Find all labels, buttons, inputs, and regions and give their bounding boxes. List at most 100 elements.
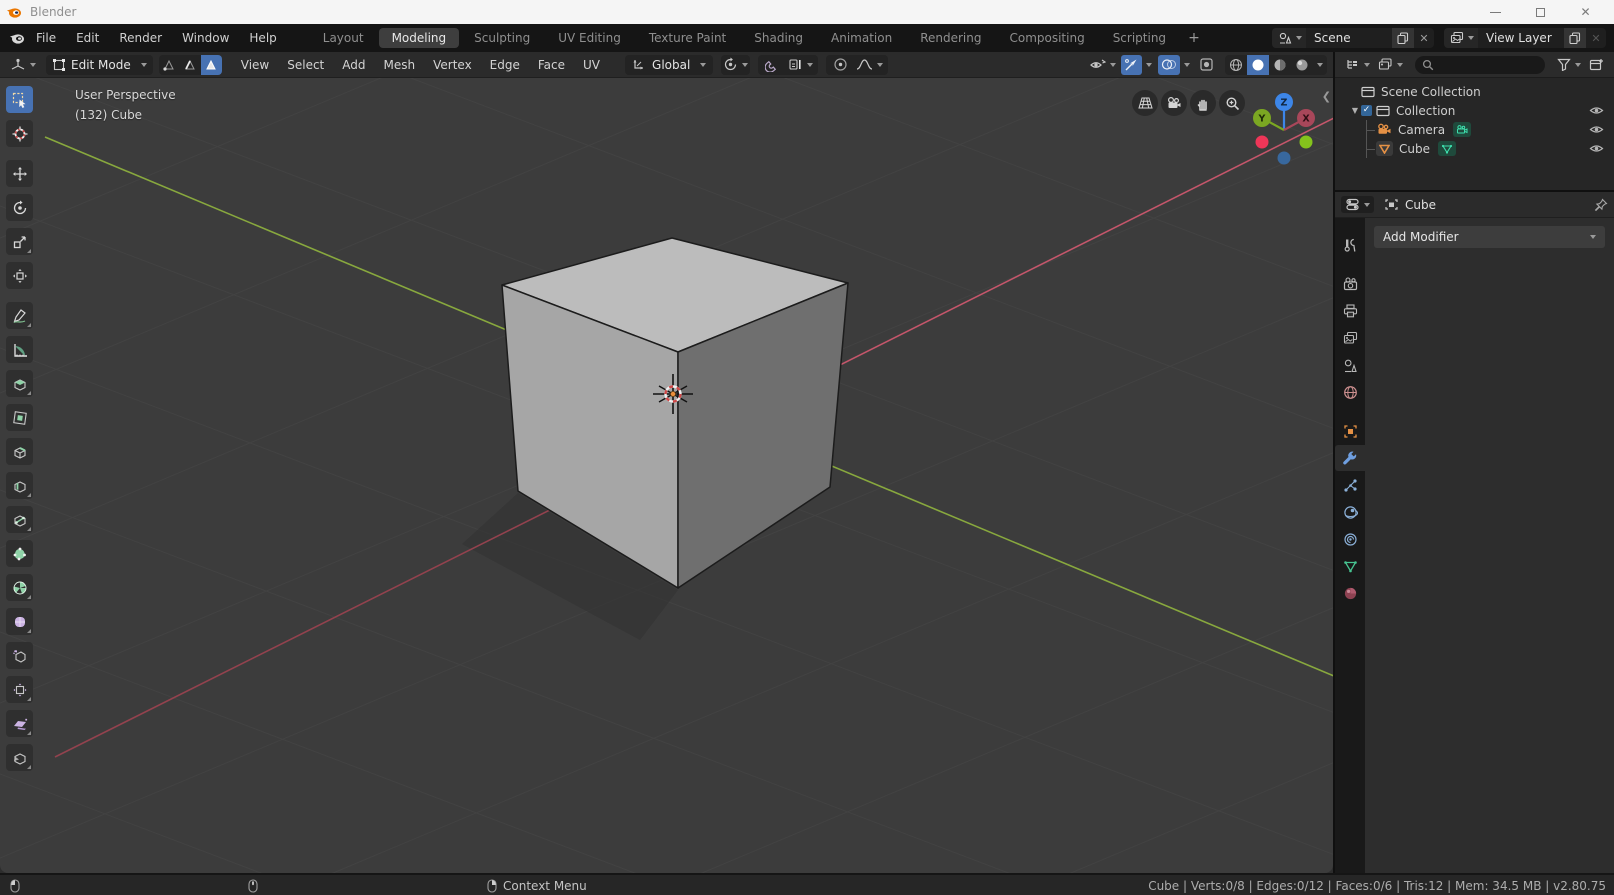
tab-scene[interactable] bbox=[1335, 352, 1365, 378]
tool-edge-slide[interactable] bbox=[6, 642, 33, 669]
menu-help[interactable]: Help bbox=[239, 24, 286, 52]
add-workspace-button[interactable]: + bbox=[1180, 30, 1208, 46]
tab-view-layer[interactable] bbox=[1335, 325, 1365, 351]
tool-annotate[interactable] bbox=[6, 302, 33, 329]
tool-spin[interactable] bbox=[6, 574, 33, 601]
tab-render[interactable] bbox=[1335, 271, 1365, 297]
proportional-falloff-dropdown[interactable] bbox=[853, 55, 886, 75]
tool-poly-build[interactable] bbox=[6, 540, 33, 567]
visibility-eye-icon[interactable] bbox=[1589, 105, 1604, 116]
tool-measure[interactable] bbox=[6, 336, 33, 363]
outliner-row-camera[interactable]: Camera bbox=[1335, 120, 1614, 139]
new-collection-button[interactable] bbox=[1585, 56, 1608, 73]
outliner-editor-type-button[interactable] bbox=[1341, 56, 1374, 73]
tab-layout[interactable]: Layout bbox=[310, 28, 377, 48]
blender-app-menu-icon[interactable] bbox=[8, 30, 26, 46]
tool-rotate[interactable] bbox=[6, 194, 33, 221]
maximize-button[interactable] bbox=[1518, 0, 1563, 24]
vertex-select-button[interactable] bbox=[158, 54, 180, 75]
xray-toggle[interactable] bbox=[1196, 55, 1217, 75]
tab-physics[interactable] bbox=[1335, 499, 1365, 525]
viewport-menu-add[interactable]: Add bbox=[333, 52, 374, 78]
close-button[interactable]: ✕ bbox=[1563, 0, 1608, 24]
minimize-button[interactable] bbox=[1473, 0, 1518, 24]
pan-view-button[interactable] bbox=[1190, 90, 1216, 116]
tab-modifiers[interactable] bbox=[1335, 445, 1365, 471]
tab-world[interactable] bbox=[1335, 379, 1365, 405]
tool-rip-region[interactable] bbox=[6, 744, 33, 771]
tab-particles[interactable] bbox=[1335, 472, 1365, 498]
collection-checkbox[interactable]: ✓ bbox=[1361, 105, 1372, 116]
show-overlays-toggle[interactable] bbox=[1158, 54, 1180, 75]
tool-loop-cut[interactable] bbox=[6, 472, 33, 499]
pivot-point-dropdown[interactable] bbox=[721, 54, 751, 75]
menu-edit[interactable]: Edit bbox=[66, 24, 109, 52]
viewport-menu-edge[interactable]: Edge bbox=[481, 52, 529, 78]
snap-target-dropdown[interactable] bbox=[785, 55, 816, 75]
tool-inset-faces[interactable] bbox=[6, 404, 33, 431]
menu-render[interactable]: Render bbox=[109, 24, 172, 52]
editor-type-button[interactable] bbox=[6, 56, 40, 74]
outliner-filter-button[interactable] bbox=[1553, 56, 1585, 73]
outliner-row-cube[interactable]: Cube bbox=[1335, 139, 1614, 158]
view-layer-name[interactable]: View Layer bbox=[1478, 31, 1564, 45]
tab-tool[interactable] bbox=[1335, 232, 1365, 258]
tool-shear[interactable] bbox=[6, 710, 33, 737]
viewport-menu-face[interactable]: Face bbox=[529, 52, 574, 78]
proportional-edit-toggle[interactable] bbox=[830, 55, 851, 75]
overlays-dropdown-chevron[interactable] bbox=[1184, 62, 1190, 67]
tab-object[interactable] bbox=[1335, 418, 1365, 444]
tab-sculpting[interactable]: Sculpting bbox=[461, 28, 543, 48]
shading-dropdown[interactable] bbox=[1313, 54, 1327, 75]
tool-transform[interactable] bbox=[6, 262, 33, 289]
viewport-menu-view[interactable]: View bbox=[232, 52, 278, 78]
visibility-eye-icon[interactable] bbox=[1589, 143, 1604, 154]
tool-shrink-fatten[interactable] bbox=[6, 676, 33, 703]
camera-view-button[interactable] bbox=[1161, 90, 1187, 116]
visibility-dropdown[interactable] bbox=[1086, 55, 1119, 75]
mesh-data-badge[interactable] bbox=[1437, 141, 1456, 156]
viewport-canvas[interactable]: User Perspective (132) Cube Z Y X ❮ bbox=[0, 78, 1333, 873]
view-layer-browse-button[interactable] bbox=[1444, 28, 1478, 48]
transform-orientation-dropdown[interactable]: Global bbox=[625, 54, 714, 75]
outliner-row-scene-collection[interactable]: Scene Collection bbox=[1335, 82, 1614, 101]
region-collapse-arrow[interactable]: ❮ bbox=[1322, 90, 1331, 103]
new-scene-button[interactable] bbox=[1392, 28, 1414, 48]
tool-select-box[interactable] bbox=[6, 86, 33, 113]
tab-material[interactable] bbox=[1335, 580, 1365, 606]
tab-uv-editing[interactable]: UV Editing bbox=[545, 28, 634, 48]
outliner-search-input[interactable] bbox=[1415, 55, 1545, 74]
viewport-menu-mesh[interactable]: Mesh bbox=[375, 52, 425, 78]
face-select-button[interactable] bbox=[200, 54, 222, 75]
viewport-menu-select[interactable]: Select bbox=[278, 52, 333, 78]
add-modifier-dropdown[interactable]: Add Modifier bbox=[1374, 226, 1605, 248]
tab-rendering[interactable]: Rendering bbox=[907, 28, 994, 48]
pin-id-button[interactable] bbox=[1594, 198, 1608, 212]
viewport-menu-vertex[interactable]: Vertex bbox=[424, 52, 481, 78]
tab-texture-paint[interactable]: Texture Paint bbox=[636, 28, 739, 48]
tab-animation[interactable]: Animation bbox=[818, 28, 905, 48]
edge-select-button[interactable] bbox=[179, 54, 201, 75]
viewport-menu-uv[interactable]: UV bbox=[574, 52, 609, 78]
axis-orientation-gizmo[interactable]: Z Y X bbox=[1238, 90, 1330, 172]
outliner-row-collection[interactable]: ▼ ✓ Collection bbox=[1335, 101, 1614, 120]
snap-toggle-button[interactable] bbox=[762, 55, 783, 75]
tool-move[interactable] bbox=[6, 160, 33, 187]
shading-rendered-button[interactable] bbox=[1291, 54, 1313, 75]
camera-data-badge[interactable] bbox=[1453, 122, 1472, 137]
tab-compositing[interactable]: Compositing bbox=[996, 28, 1097, 48]
mode-dropdown[interactable]: Edit Mode bbox=[46, 54, 153, 75]
menu-window[interactable]: Window bbox=[172, 24, 239, 52]
tool-smooth[interactable] bbox=[6, 608, 33, 635]
expand-triangle-icon[interactable]: ▼ bbox=[1349, 106, 1361, 115]
outliner-display-mode-button[interactable] bbox=[1374, 56, 1407, 73]
tool-scale[interactable] bbox=[6, 228, 33, 255]
tab-shading[interactable]: Shading bbox=[741, 28, 816, 48]
gizmo-dropdown-chevron[interactable] bbox=[1146, 62, 1152, 67]
tab-constraints[interactable] bbox=[1335, 526, 1365, 552]
tab-modeling[interactable]: Modeling bbox=[378, 28, 460, 48]
shading-solid-button[interactable] bbox=[1247, 54, 1269, 75]
properties-editor-type-button[interactable] bbox=[1341, 196, 1374, 213]
tool-knife[interactable] bbox=[6, 506, 33, 533]
tool-bevel[interactable] bbox=[6, 438, 33, 465]
